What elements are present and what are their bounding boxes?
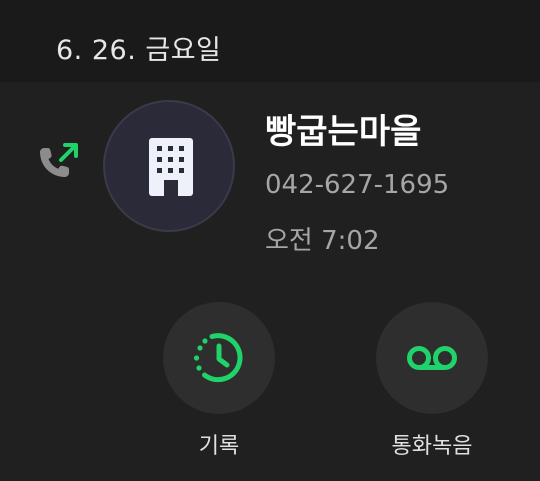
call-detail-screen: 6. 26. 금요일 빵굽는마을 042-627-1695 오전 7:02 기록… [0,0,540,481]
building-icon [149,138,193,196]
contact-avatar [103,100,235,232]
history-button-circle[interactable] [163,302,275,414]
date-label: 6. 26. 금요일 [56,35,222,66]
call-time: 오전 7:02 [265,226,380,256]
outgoing-call-icon [34,138,84,188]
history-button[interactable]: 기록 [163,302,275,460]
history-icon [193,333,243,383]
contact-number[interactable]: 042-627-1695 [265,170,449,200]
voicemail-icon [407,346,457,370]
call-recording-button-circle[interactable] [376,302,488,414]
call-recording-button[interactable]: 통화녹음 [376,302,488,460]
date-header: 6. 26. 금요일 [0,0,540,82]
call-recording-label: 통화녹음 [391,434,473,459]
contact-name: 빵굽는마을 [265,112,422,152]
history-label: 기록 [198,434,240,459]
